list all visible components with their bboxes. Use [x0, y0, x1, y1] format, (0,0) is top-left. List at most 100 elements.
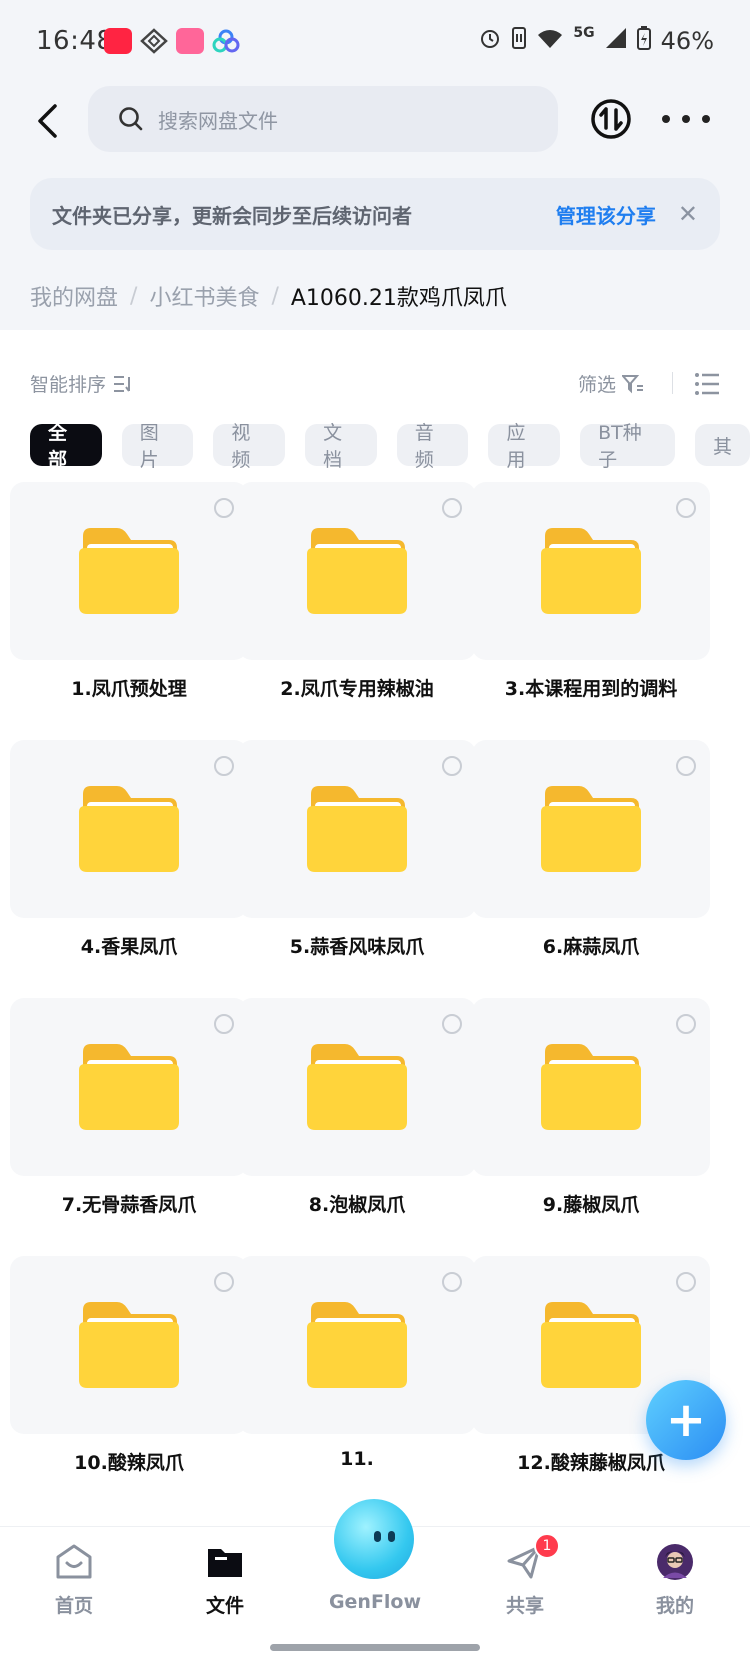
category-chip[interactable]: 图片: [121, 422, 194, 471]
category-tabs: 全部 图片 视频 文档 音频 应用 BT种子其: [30, 422, 750, 471]
orb-eye: [374, 1531, 381, 1542]
cloud-app-icon: [212, 28, 240, 54]
search-icon: [119, 107, 143, 131]
select-radio[interactable]: [442, 498, 462, 518]
folder-item[interactable]: 5.蒜香风味凤爪: [238, 740, 476, 1014]
sort-label: 智能排序: [30, 374, 107, 396]
filter-button[interactable]: 筛选: [578, 370, 644, 397]
folder-name: 10.酸辣凤爪: [74, 1452, 184, 1474]
diamond-app-icon: [140, 28, 168, 54]
breadcrumb-separator: /: [130, 283, 138, 309]
select-radio[interactable]: [676, 756, 696, 776]
folder-name: 5.蒜香风味凤爪: [289, 936, 425, 958]
folder-icon: [79, 528, 179, 614]
folder-icon: [79, 1302, 179, 1388]
category-chip[interactable]: 全部: [30, 422, 102, 471]
select-radio[interactable]: [676, 1272, 696, 1292]
xiaohongshu-icon: [104, 28, 132, 54]
signal-icon: [605, 27, 627, 55]
folder-name: 9.藤椒凤爪: [542, 1194, 640, 1216]
folder-name: 6.麻蒜凤爪: [542, 936, 640, 958]
filter-icon: [622, 374, 644, 393]
folder-icon: [307, 1044, 407, 1130]
back-button[interactable]: [22, 96, 72, 146]
tab-mine[interactable]: 我的: [615, 1543, 735, 1618]
share-badge: 1: [534, 1533, 560, 1559]
search-input[interactable]: 搜索网盘文件: [88, 86, 558, 152]
folder-icon: [79, 786, 179, 872]
select-radio[interactable]: [442, 1014, 462, 1034]
folder-name: 2.凤爪专用辣椒油: [280, 678, 434, 700]
folder-item[interactable]: 4.香果凤爪: [10, 740, 248, 1014]
folder-item[interactable]: 8.泡椒凤爪: [238, 998, 476, 1272]
battery-icon: [636, 26, 651, 56]
more-options-button[interactable]: [662, 98, 710, 140]
folder-item[interactable]: 10.酸辣凤爪: [10, 1256, 248, 1530]
breadcrumb-item[interactable]: 我的网盘: [30, 280, 118, 312]
transfer-button[interactable]: [590, 98, 632, 140]
folder-icon: [307, 1302, 407, 1388]
folder-name: 1.凤爪预处理: [71, 678, 187, 700]
dot: [702, 115, 710, 123]
folder-icon: [541, 1044, 641, 1130]
category-chip[interactable]: 音频: [396, 422, 469, 471]
network-label: 5G: [573, 25, 595, 41]
folder-item[interactable]: 1.凤爪预处理: [10, 482, 248, 756]
chevron-left-icon: [38, 104, 57, 138]
folder-item[interactable]: 9.藤椒凤爪: [472, 998, 710, 1272]
tab-genflow-label: GenFlow: [328, 1591, 422, 1613]
select-radio[interactable]: [442, 756, 462, 776]
genflow-orb-icon[interactable]: [334, 1499, 414, 1579]
folder-item[interactable]: 2.凤爪专用辣椒油: [238, 482, 476, 756]
battery-level: 46%: [660, 27, 714, 55]
tab-files[interactable]: 文件: [165, 1543, 285, 1618]
wifi-icon: [537, 27, 563, 55]
folder-name: 3.本课程用到的调料: [504, 678, 678, 700]
tab-share[interactable]: 共享: [465, 1543, 585, 1618]
tab-home[interactable]: 首页: [14, 1543, 134, 1618]
category-chip[interactable]: 视频: [213, 422, 286, 471]
select-radio[interactable]: [214, 756, 234, 776]
dot: [662, 115, 670, 123]
folder-icon: [541, 786, 641, 872]
list-view-icon: [695, 373, 719, 395]
manage-share-link[interactable]: 管理该分享: [556, 200, 656, 229]
category-chip[interactable]: 应用: [488, 422, 561, 471]
tab-mine-label: 我的: [655, 1595, 694, 1617]
status-time: 16:48: [36, 26, 114, 56]
select-radio[interactable]: [442, 1272, 462, 1292]
category-chip[interactable]: 文档: [305, 422, 377, 471]
folder-item[interactable]: 11.: [238, 1256, 476, 1530]
select-radio[interactable]: [214, 1272, 234, 1292]
folder-icon: [79, 1044, 179, 1130]
select-radio[interactable]: [676, 1014, 696, 1034]
share-banner: 文件夹已分享，更新会同步至后续访问者 管理该分享 ✕: [30, 178, 720, 250]
folder-item[interactable]: 6.麻蒜凤爪: [472, 740, 710, 1014]
tab-files-label: 文件: [205, 1595, 244, 1617]
breadcrumb-item[interactable]: 小红书美食: [149, 280, 259, 312]
home-indicator: [270, 1644, 480, 1651]
list-view-toggle[interactable]: [694, 372, 720, 396]
category-chip[interactable]: BT种子: [580, 422, 675, 471]
folder-icon: [307, 528, 407, 614]
breadcrumb: 我的网盘 / 小红书美食 / A1060.21款鸡爪凤爪: [30, 280, 507, 312]
folder-name: 8.泡椒凤爪: [308, 1194, 406, 1216]
folder-item[interactable]: 3.本课程用到的调料: [472, 482, 710, 756]
sort-button[interactable]: 智能排序: [30, 370, 134, 397]
category-chip[interactable]: 其: [694, 424, 750, 466]
share-banner-message: 文件夹已分享，更新会同步至后续访问者: [52, 203, 412, 228]
breadcrumb-current: A1060.21款鸡爪凤爪: [290, 286, 507, 311]
dot: [682, 115, 690, 123]
add-button[interactable]: +: [646, 1380, 726, 1460]
orb-eye: [388, 1531, 395, 1542]
close-icon[interactable]: ✕: [678, 200, 698, 228]
select-radio[interactable]: [676, 498, 696, 518]
folder-name: 11.: [340, 1448, 374, 1470]
folder-item[interactable]: 7.无骨蒜香凤爪: [10, 998, 248, 1272]
breadcrumb-separator: /: [271, 283, 279, 309]
transfer-icon: [591, 99, 631, 139]
select-radio[interactable]: [214, 1014, 234, 1034]
plus-icon: +: [665, 1392, 707, 1448]
search-placeholder: 搜索网盘文件: [158, 108, 278, 133]
select-radio[interactable]: [214, 498, 234, 518]
